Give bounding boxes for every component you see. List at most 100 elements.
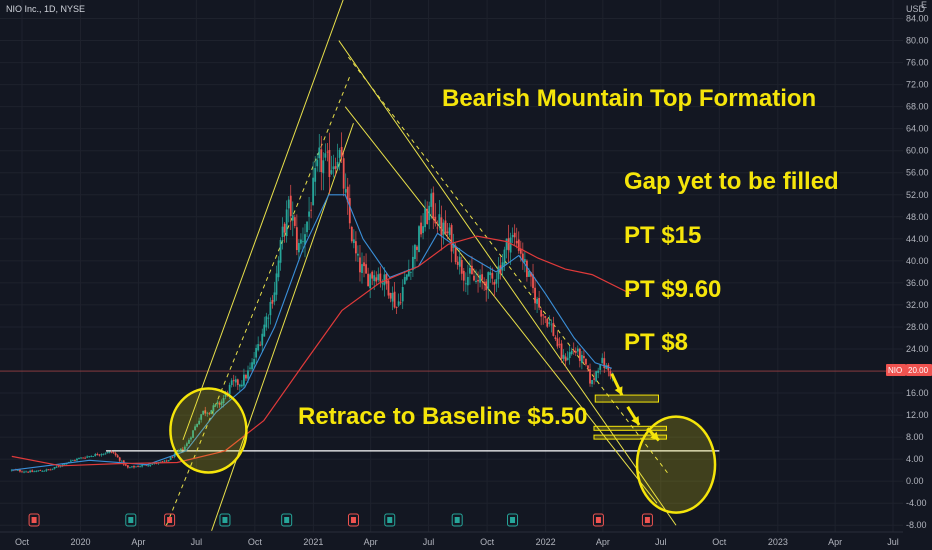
candle-body [151, 463, 154, 465]
y-axis[interactable]: -8.00 -4.00 0.00 4.00 8.00 12.00 16.00 20.00 24.… [906, 14, 929, 531]
candle-body [471, 265, 473, 275]
candle-body [71, 460, 74, 461]
candle-body [475, 280, 477, 282]
earnings-marker-glyph [31, 517, 37, 523]
candle [33, 470, 36, 473]
candle-body [509, 237, 512, 253]
candle-body [599, 364, 602, 370]
candle [532, 263, 534, 294]
y-tick-label: 4.00 [906, 454, 924, 464]
candle-body [603, 358, 606, 369]
candle [265, 312, 268, 331]
candle-body [397, 301, 400, 306]
symbol-title: NIO Inc., 1D, NYSE [6, 4, 85, 14]
candle [25, 470, 27, 473]
candle-body [31, 470, 34, 472]
y-tick-label: 16.00 [906, 388, 929, 398]
candle-body [483, 281, 486, 284]
candle-body [517, 239, 520, 251]
candle [92, 456, 95, 458]
candle-body [27, 471, 30, 473]
candle-body [359, 257, 361, 273]
candle-body [114, 453, 117, 456]
candle-body [540, 310, 543, 317]
candle [556, 330, 559, 349]
candle-body [116, 455, 119, 458]
candle [418, 225, 420, 253]
candle [133, 465, 135, 469]
candle [230, 378, 233, 388]
candle [597, 367, 600, 379]
candle-body [387, 280, 390, 296]
candle [354, 231, 357, 262]
candle-body [572, 350, 575, 351]
candle [263, 316, 266, 337]
earnings-marker-glyph [128, 517, 134, 523]
price-tag-symbol: NIO [888, 366, 902, 375]
candle-body [477, 279, 479, 282]
candle-body [564, 356, 567, 362]
candle-body [314, 168, 317, 182]
candle [165, 459, 168, 463]
candle-body [135, 466, 137, 468]
candle [564, 353, 567, 367]
earnings-marker [507, 513, 519, 527]
candle-body [106, 452, 109, 454]
candle [238, 383, 241, 392]
candle-body [550, 324, 553, 326]
candle-body [473, 275, 475, 281]
candle-body [393, 291, 396, 308]
candle-body [88, 456, 91, 457]
candle-body [528, 271, 530, 277]
candle [322, 152, 325, 191]
candle-body [391, 292, 394, 302]
candle-body [365, 264, 367, 274]
candle-body [560, 343, 563, 359]
y-tick-label: 60.00 [906, 146, 929, 156]
candle-body [350, 226, 353, 242]
y-tick-label: 68.00 [906, 102, 929, 112]
grid [0, 0, 903, 532]
candle [365, 253, 367, 274]
arrow-to-pt-9-60 [626, 406, 641, 426]
x-tick-label: 2022 [536, 537, 556, 547]
candle-body [297, 242, 300, 253]
candle-body [556, 338, 559, 347]
candle-body [587, 365, 589, 369]
earnings-marker [281, 513, 293, 527]
price-tag[interactable]: NIO 20.00 [886, 364, 932, 376]
candle [552, 316, 555, 337]
candle-body [505, 238, 508, 250]
candle-body [104, 453, 107, 455]
y-tick-label: 8.00 [906, 432, 924, 442]
candle [397, 293, 400, 308]
nio-price-chart[interactable]: -8.00 -4.00 0.00 4.00 8.00 12.00 16.00 20.00 24.… [0, 0, 932, 550]
candle-body [438, 214, 441, 226]
candle [359, 244, 361, 282]
candle [540, 307, 543, 326]
candle-body [589, 369, 591, 384]
candle-body [479, 274, 481, 283]
candle-body [507, 238, 510, 251]
candle-body [332, 166, 335, 170]
candle-body [434, 216, 437, 224]
candle [236, 378, 239, 390]
candle-body [552, 322, 555, 336]
candle-body [334, 166, 337, 169]
candle-body [234, 379, 237, 383]
y-tick-label: 0.00 [906, 476, 924, 486]
candle [76, 457, 78, 462]
candle [55, 465, 58, 469]
candle [580, 350, 583, 370]
candle [330, 155, 333, 176]
candle-body [399, 302, 402, 304]
candle [41, 470, 44, 472]
candle [434, 203, 437, 227]
x-axis[interactable]: Oct 2020 Apr Jul Oct 2021 Apr Jul Oct 2022 Apr Jul O… [0, 531, 903, 547]
earnings-marker-glyph [350, 517, 356, 523]
candle [367, 267, 370, 287]
x-tick-label: Jul [887, 537, 899, 547]
y-tick-label: 52.00 [906, 190, 929, 200]
candle [481, 262, 484, 290]
candle-body [41, 471, 44, 472]
